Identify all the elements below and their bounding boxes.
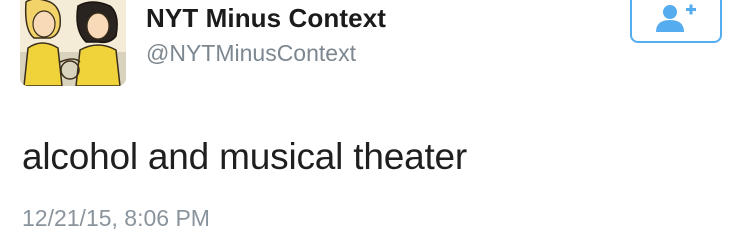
user-handle[interactable]: @NYTMinusContext [146,40,356,67]
tweet-text: alcohol and musical theater [22,136,468,177]
follow-button[interactable] [630,0,722,43]
avatar-illustration [20,0,126,86]
tweet-timestamp[interactable]: 12/21/15, 8:06 PM [22,205,210,232]
avatar[interactable] [20,0,126,86]
follow-user-icon [656,4,696,32]
tweet-card: NYT Minus Context @NYTMinusContext alcoh… [0,0,750,250]
display-name[interactable]: NYT Minus Context [146,3,386,34]
